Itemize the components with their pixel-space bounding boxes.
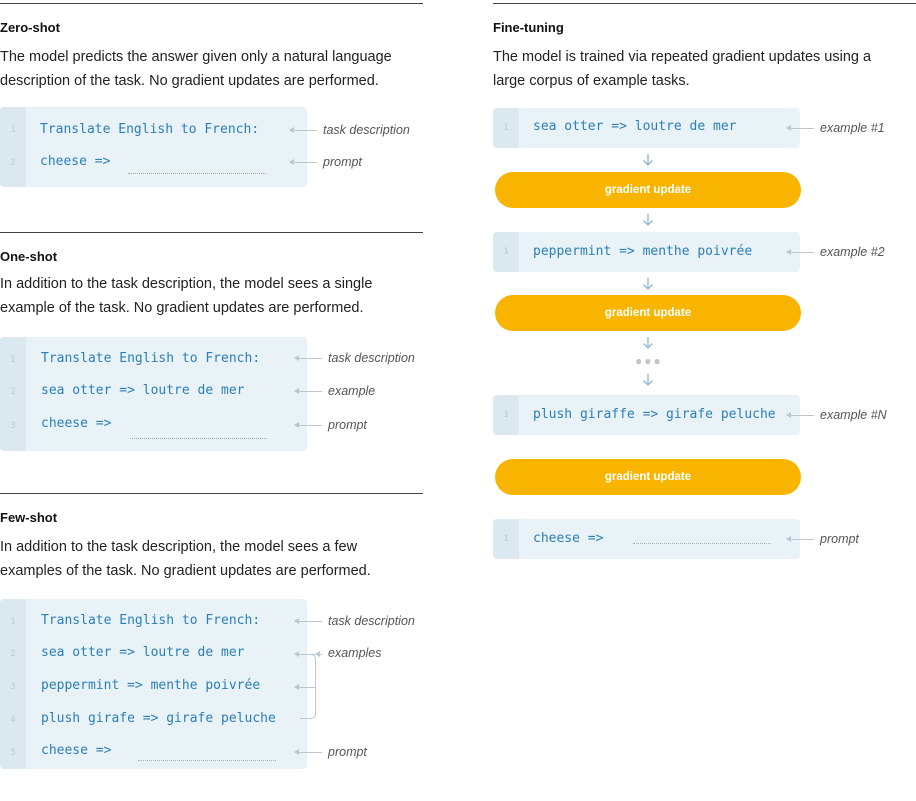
line-number: 1 (503, 534, 509, 544)
code-line: Translate English to French: (40, 122, 260, 137)
annotation-arrow (315, 651, 322, 657)
annotation-prompt: prompt (328, 418, 367, 432)
one-shot-divider (0, 232, 423, 233)
down-arrow-icon (643, 374, 653, 386)
line-number: 1 (503, 123, 509, 133)
annotation-example: example (328, 384, 376, 398)
answer-blank (633, 543, 771, 544)
zero-shot-code-block: 1 Translate English to French: 2 cheese … (0, 107, 307, 187)
fine-tuning-divider (493, 3, 916, 4)
zero-shot-description-line-1: The model predicts the answer given only… (0, 49, 392, 65)
gradient-update-bar: gradient update (495, 295, 801, 331)
annotation-arrow (289, 159, 317, 165)
line-number: 1 (10, 355, 16, 365)
one-shot-description-line-1: In addition to the task description, the… (0, 276, 373, 292)
answer-blank (128, 173, 266, 174)
fine-tuning-example-block: 1 plush giraffe => girafe peluche (493, 395, 800, 435)
annotation-arrow (786, 412, 814, 418)
fine-tuning-example-block: 1 sea otter => loutre de mer (493, 108, 800, 148)
answer-blank (138, 760, 276, 761)
one-shot-description-line-2: example of the task. No gradient updates… (0, 300, 364, 316)
zero-shot-title: Zero-shot (0, 20, 60, 35)
annotation-arrow (294, 422, 322, 428)
code-line: Translate English to French: (41, 351, 261, 366)
annotation-arrow (289, 127, 317, 133)
fine-tuning-description: The model is trained via repeated gradie… (493, 45, 913, 93)
one-shot-code-block: 1 Translate English to French: 2 sea ott… (0, 337, 307, 451)
one-shot-title: One-shot (0, 249, 58, 264)
annotation-example-1: example #1 (820, 121, 885, 135)
few-shot-description: In addition to the task description, the… (0, 535, 420, 583)
annotation-task-description: task description (328, 614, 415, 628)
line-number: 1 (10, 125, 16, 135)
fine-tuning-prompt-block: 1 cheese => (493, 519, 800, 559)
code-line: sea otter => loutre de mer (41, 383, 245, 398)
annotation-arrow (294, 618, 322, 624)
line-gutter (0, 107, 26, 187)
down-arrow-icon (643, 278, 653, 290)
annotation-arrow (294, 355, 322, 361)
line-number: 1 (10, 617, 16, 627)
line-number: 2 (10, 158, 16, 168)
annotation-task-description: task description (323, 123, 410, 137)
annotation-arrow (294, 684, 315, 690)
line-number: 1 (503, 247, 509, 257)
annotation-arrow (294, 388, 322, 394)
zero-shot-description: The model predicts the answer given only… (0, 45, 420, 93)
code-line: cheese => (41, 416, 112, 431)
annotation-arrow (786, 125, 814, 131)
code-line: plush girafe => girafe peluche (41, 711, 276, 726)
few-shot-description-line-2: examples of the task. No gradient update… (0, 563, 371, 579)
annotation-example-2: example #2 (820, 245, 885, 259)
down-arrow-icon (643, 337, 653, 349)
gradient-update-bar: gradient update (495, 172, 801, 208)
fine-tuning-description-line-1: The model is trained via repeated gradie… (493, 49, 872, 65)
annotation-arrow (786, 536, 814, 542)
line-number: 5 (10, 748, 16, 758)
code-line: sea otter => loutre de mer (533, 119, 737, 134)
line-number: 3 (10, 421, 16, 431)
code-line: cheese => (40, 154, 111, 169)
ellipsis-dots: ●●● (635, 354, 663, 368)
code-line: cheese => (533, 531, 604, 546)
few-shot-description-line-1: In addition to the task description, the… (0, 539, 358, 555)
line-number: 1 (503, 410, 509, 420)
code-line: cheese => (41, 743, 112, 758)
line-number: 2 (10, 387, 16, 397)
line-number: 2 (10, 649, 16, 659)
line-number: 4 (10, 715, 16, 725)
answer-blank (130, 438, 267, 439)
zero-shot-description-line-2: description of the task. No gradient upd… (0, 73, 379, 89)
annotation-arrow (786, 249, 814, 255)
code-line: sea otter => loutre de mer (41, 645, 245, 660)
code-line: peppermint => menthe poivrée (41, 678, 261, 693)
code-line: plush giraffe => girafe peluche (533, 407, 776, 422)
annotation-prompt: prompt (820, 532, 859, 546)
zero-shot-divider (0, 3, 423, 4)
one-shot-description: In addition to the task description, the… (0, 272, 420, 320)
fine-tuning-example-block: 1 peppermint => menthe poivrée (493, 232, 800, 272)
annotation-prompt: prompt (328, 745, 367, 759)
annotation-examples: examples (328, 646, 382, 660)
gradient-update-bar: gradient update (495, 459, 801, 495)
down-arrow-icon (643, 214, 653, 226)
annotation-example-n: example #N (820, 408, 887, 422)
few-shot-title: Few-shot (0, 510, 58, 525)
code-line: peppermint => menthe poivrée (533, 244, 753, 259)
few-shot-divider (0, 493, 423, 494)
fine-tuning-title: Fine-tuning (493, 20, 564, 35)
annotation-arrow (294, 749, 322, 755)
down-arrow-icon (643, 154, 653, 166)
annotation-prompt: prompt (323, 155, 362, 169)
code-line: Translate English to French: (41, 613, 261, 628)
annotation-task-description: task description (328, 351, 415, 365)
few-shot-code-block: 1 Translate English to French: 2 sea ott… (0, 599, 307, 769)
fine-tuning-description-line-2: large corpus of example tasks. (493, 73, 690, 89)
line-number: 3 (10, 682, 16, 692)
